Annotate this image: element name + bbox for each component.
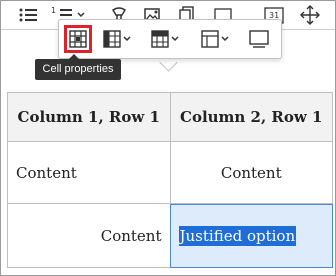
selected-table-cell[interactable]: Justified option xyxy=(169,203,333,268)
merge-cells-button[interactable] xyxy=(201,26,229,52)
table-row: Content Justified option xyxy=(7,203,333,268)
table-cell[interactable]: Content xyxy=(7,141,171,204)
chevron-down-icon xyxy=(123,36,131,42)
table-header-cell[interactable]: Column 1, Row 1 xyxy=(7,92,171,142)
bulleted-list-icon[interactable] xyxy=(17,5,39,25)
cell-properties-icon xyxy=(69,30,87,48)
chevron-down-icon xyxy=(77,12,85,18)
table-properties-button[interactable] xyxy=(249,26,269,52)
chevron-down-icon xyxy=(221,36,229,42)
table-row-icon xyxy=(151,30,169,48)
cell-properties-tooltip: Cell properties xyxy=(35,59,121,80)
editor-frame: 1 31 Cell properties Column 1, Row 1 Col… xyxy=(0,0,336,276)
table-column-button[interactable] xyxy=(103,26,131,52)
cell-properties-button[interactable] xyxy=(64,25,92,53)
table-header-cell[interactable]: Column 2, Row 1 xyxy=(169,92,333,142)
table-row: Content Content xyxy=(7,141,333,204)
chevron-down-icon xyxy=(171,36,179,42)
table-cell[interactable]: Content xyxy=(169,141,333,204)
table-contextual-balloon xyxy=(58,19,282,59)
table-column-icon xyxy=(103,30,121,48)
selected-text: Justified option xyxy=(178,225,297,246)
table-cell[interactable]: Content xyxy=(7,203,171,268)
merge-cells-icon xyxy=(201,30,219,48)
table-properties-icon xyxy=(249,30,269,48)
numbered-list-badge: 1 xyxy=(51,6,57,15)
move-icon[interactable] xyxy=(299,5,321,25)
table-row: Column 1, Row 1 Column 2, Row 1 xyxy=(7,92,333,142)
content-table: Column 1, Row 1 Column 2, Row 1 Content … xyxy=(7,92,333,268)
table-row-button[interactable] xyxy=(151,26,179,52)
